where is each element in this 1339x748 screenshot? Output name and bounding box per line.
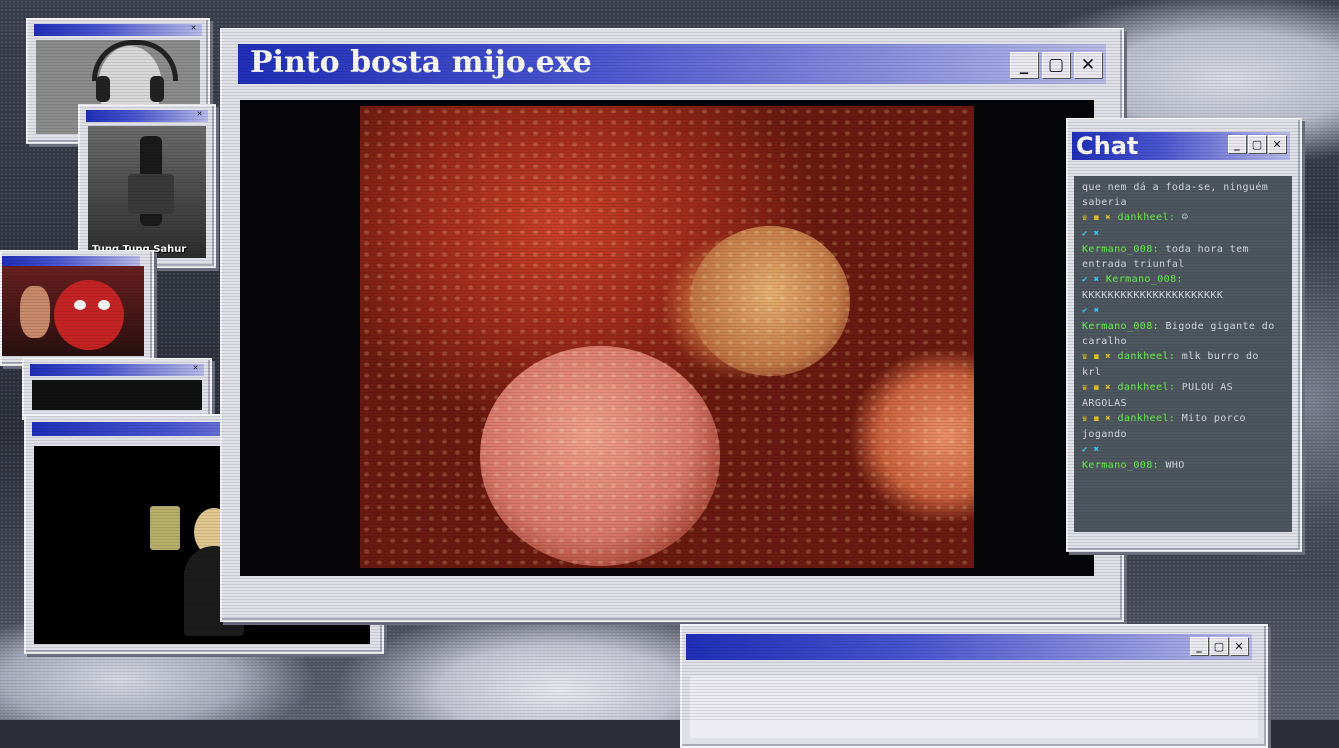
chat-message: ♛ ◼ ✖ dankheel: ☺ — [1082, 212, 1189, 223]
webcam-window-bird[interactable] — [0, 250, 154, 366]
title-bar[interactable]: ✕ — [86, 110, 208, 122]
chat-messages[interactable]: que nem dá a foda-se, ninguém saberia ♛ … — [1074, 176, 1292, 532]
webcam-feed: Tung Tung Sahur — [88, 126, 206, 258]
main-video-window[interactable]: Pinto bosta mijo.exe _ ▢ ✕ — [220, 28, 1124, 622]
close-icon[interactable]: ✕ — [195, 110, 204, 119]
chat-message: ♛ ◼ ✖ dankheel: mlk burro do krl — [1082, 351, 1259, 378]
chat-message: ♛ ◼ ✖ dankheel: Mito porco jogando — [1082, 413, 1246, 440]
chat-message: ♛ ◼ ✖ dankheel: PULOU AS ARGOLAS — [1082, 382, 1234, 409]
close-icon[interactable]: ✕ — [1230, 637, 1248, 655]
maximize-icon[interactable]: ▢ — [1248, 135, 1266, 153]
empty-window[interactable]: _ ▢ ✕ — [680, 624, 1268, 748]
chat-message: ✔ ✖ Kermano_008: KKKKKKKKKKKKKKKKKKKKKK — [1082, 274, 1224, 301]
webcam-feed — [2, 266, 144, 356]
chat-title: Chat — [1076, 132, 1139, 160]
window-body — [690, 676, 1258, 738]
webcam-window-small[interactable]: ✕ — [22, 358, 212, 420]
chat-window[interactable]: Chat _ ▢ ✕ que nem dá a foda-se, ninguém… — [1066, 118, 1302, 552]
title-bar[interactable]: _ ▢ ✕ — [686, 634, 1252, 660]
minimize-icon[interactable]: _ — [1190, 637, 1208, 655]
close-icon[interactable]: ✕ — [191, 364, 200, 373]
video-frame — [360, 106, 974, 568]
close-icon[interactable]: ✕ — [1268, 135, 1286, 153]
title-bar[interactable]: ✕ — [34, 24, 202, 36]
title-bar[interactable]: Chat _ ▢ ✕ — [1072, 132, 1290, 160]
close-icon[interactable]: ✕ — [1074, 52, 1102, 78]
webcam-window-character[interactable]: ✕ Tung Tung Sahur — [78, 104, 216, 268]
chat-message: ✔ ✖ Kermano_008: WHO — [1082, 445, 1185, 471]
webcam-feed — [32, 380, 202, 410]
window-title: Pinto bosta mijo.exe — [250, 45, 592, 80]
maximize-icon[interactable]: ▢ — [1042, 52, 1070, 78]
title-bar[interactable]: Pinto bosta mijo.exe _ ▢ ✕ — [238, 44, 1106, 84]
minimize-icon[interactable]: _ — [1010, 52, 1038, 78]
chat-message: ✔ ✖ Kermano_008: toda hora tem entrada t… — [1082, 229, 1249, 270]
title-bar[interactable]: ✕ — [30, 364, 204, 376]
maximize-icon[interactable]: ▢ — [1210, 637, 1228, 655]
video-area[interactable] — [240, 100, 1094, 576]
chat-message: que nem dá a foda-se, ninguém saberia — [1082, 182, 1269, 208]
close-icon[interactable]: ✕ — [189, 24, 198, 33]
minimize-icon[interactable]: _ — [1228, 135, 1246, 153]
chat-message: ✔ ✖ Kermano_008: Bigode gigante do caral… — [1082, 306, 1275, 347]
